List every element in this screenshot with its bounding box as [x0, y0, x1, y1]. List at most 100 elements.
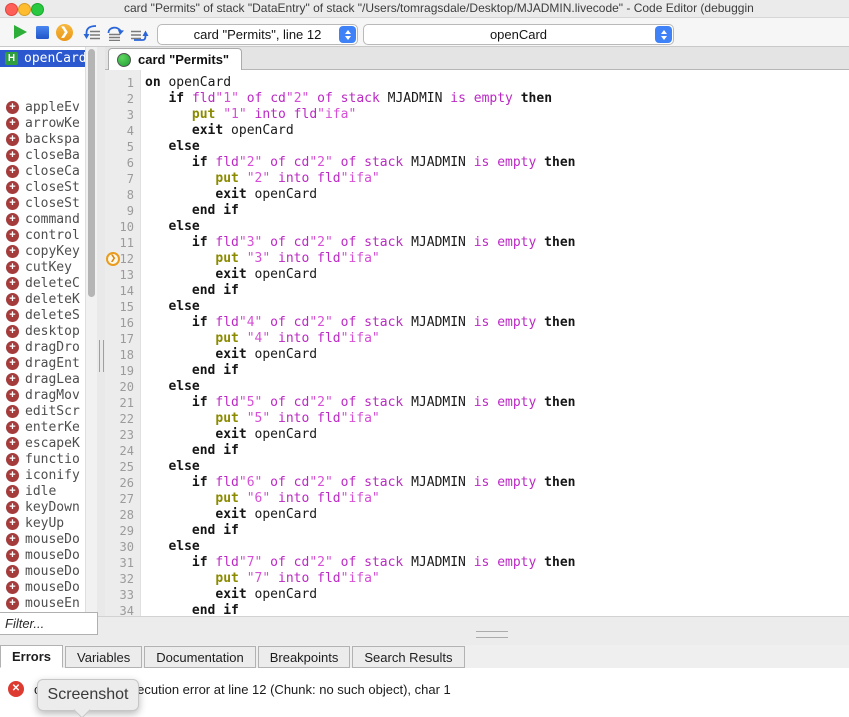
code-line[interactable]: 22put "5" into fld"ifa"	[105, 411, 849, 427]
line-number[interactable]: 28	[105, 507, 140, 523]
tab-card-permits[interactable]: card "Permits"	[108, 48, 242, 70]
line-number[interactable]: 26	[105, 475, 140, 491]
code-line[interactable]: 12❯put "3" into fld"ifa"	[105, 251, 849, 267]
tab-documentation[interactable]: Documentation	[144, 646, 255, 668]
sidebar-item-iconify[interactable]: +iconify	[0, 467, 85, 483]
line-number[interactable]: 2	[105, 91, 140, 107]
sidebar-item-arrowke[interactable]: +arrowKe	[0, 115, 85, 131]
line-number[interactable]: 12❯	[105, 251, 140, 267]
line-number[interactable]: 9	[105, 203, 140, 219]
step-into-icon[interactable]	[82, 25, 101, 41]
sidebar-item-mousedo[interactable]: +mouseDo	[0, 563, 85, 579]
code-line[interactable]: 16if fld"4" of cd"2" of stack MJADMIN is…	[105, 315, 849, 331]
minimize-window-button[interactable]	[18, 3, 31, 16]
code-line[interactable]: 11if fld"3" of cd"2" of stack MJADMIN is…	[105, 235, 849, 251]
handler-selector-dropdown[interactable]: openCard	[363, 24, 674, 45]
sidebar-item-closeca[interactable]: +closeCa	[0, 163, 85, 179]
sidebar-item-dragdro[interactable]: +dragDro	[0, 339, 85, 355]
step-out-icon[interactable]	[130, 25, 149, 41]
line-number[interactable]: 19	[105, 363, 140, 379]
code-line[interactable]: 31if fld"7" of cd"2" of stack MJADMIN is…	[105, 555, 849, 571]
sidebar-item-editscr[interactable]: +editScr	[0, 403, 85, 419]
code-line[interactable]: 17put "4" into fld"ifa"	[105, 331, 849, 347]
line-number[interactable]: 34	[105, 603, 140, 616]
sidebar-item-mouseen[interactable]: +mouseEn	[0, 595, 85, 611]
sidebar-item-command[interactable]: +command	[0, 211, 85, 227]
line-number[interactable]: 25	[105, 459, 140, 475]
dropdown-stepper-icon[interactable]	[339, 26, 356, 43]
line-number[interactable]: 16	[105, 315, 140, 331]
line-number[interactable]: 3	[105, 107, 140, 123]
filter-input[interactable]	[0, 612, 98, 635]
code-line[interactable]: 20else	[105, 379, 849, 395]
sidebar-item-mousedo[interactable]: +mouseDo	[0, 547, 85, 563]
code-line[interactable]: 19end if	[105, 363, 849, 379]
code-line[interactable]: 32put "7" into fld"ifa"	[105, 571, 849, 587]
step-over-icon[interactable]	[106, 25, 125, 41]
code-line[interactable]: 29end if	[105, 523, 849, 539]
code-line[interactable]: 5else	[105, 139, 849, 155]
line-number[interactable]: 21	[105, 395, 140, 411]
sidebar-item-mousedo[interactable]: +mouseDo	[0, 531, 85, 547]
code-line[interactable]: 33exit openCard	[105, 587, 849, 603]
code-line[interactable]: 3put "1" into fld"ifa"	[105, 107, 849, 123]
code-line[interactable]: 8exit openCard	[105, 187, 849, 203]
tab-breakpoints[interactable]: Breakpoints	[258, 646, 351, 668]
line-number[interactable]: 14	[105, 283, 140, 299]
sidebar-item-escapek[interactable]: +escapeK	[0, 435, 85, 451]
sidebar-item-keydown[interactable]: +keyDown	[0, 499, 85, 515]
code-line[interactable]: 4exit openCard	[105, 123, 849, 139]
line-number[interactable]: 29	[105, 523, 140, 539]
code-line[interactable]: 14end if	[105, 283, 849, 299]
sidebar-item-enterke[interactable]: +enterKe	[0, 419, 85, 435]
line-number[interactable]: 31	[105, 555, 140, 571]
code-line[interactable]: 27put "6" into fld"ifa"	[105, 491, 849, 507]
code-area[interactable]: 1on openCard2if fld"1" of cd"2" of stack…	[105, 70, 849, 616]
vertical-splitter[interactable]	[97, 47, 105, 616]
continue-icon[interactable]: ❯	[56, 24, 73, 41]
sidebar-item-closeba[interactable]: +closeBa	[0, 147, 85, 163]
code-line[interactable]: 1on openCard	[105, 75, 849, 91]
code-line[interactable]: 15else	[105, 299, 849, 315]
line-number[interactable]: 1	[105, 75, 140, 91]
sidebar-item-idle[interactable]: +idle	[0, 483, 85, 499]
code-line[interactable]: 18exit openCard	[105, 347, 849, 363]
sidebar-item-draglea[interactable]: +dragLea	[0, 371, 85, 387]
sidebar-item-deletec[interactable]: +deleteC	[0, 275, 85, 291]
line-number[interactable]: 10	[105, 219, 140, 235]
code-line[interactable]: 10else	[105, 219, 849, 235]
sidebar-item-closest[interactable]: +closeSt	[0, 195, 85, 211]
sidebar-item-deletes[interactable]: +deleteS	[0, 307, 85, 323]
code-line[interactable]: 30else	[105, 539, 849, 555]
line-number[interactable]: 23	[105, 427, 140, 443]
zoom-window-button[interactable]	[31, 3, 44, 16]
line-number[interactable]: 11	[105, 235, 140, 251]
sidebar-item-copykey[interactable]: +copyKey	[0, 243, 85, 259]
code-line[interactable]: 2if fld"1" of cd"2" of stack MJADMIN is …	[105, 91, 849, 107]
code-line[interactable]: 25else	[105, 459, 849, 475]
tab-search-results[interactable]: Search Results	[352, 646, 464, 668]
line-number[interactable]: 24	[105, 443, 140, 459]
sidebar-scrollbar[interactable]	[85, 47, 97, 616]
code-line[interactable]: 21if fld"5" of cd"2" of stack MJADMIN is…	[105, 395, 849, 411]
line-number[interactable]: 32	[105, 571, 140, 587]
dropdown-stepper-icon[interactable]	[655, 26, 672, 43]
code-line[interactable]: 34end if	[105, 603, 849, 616]
code-line[interactable]: 24end if	[105, 443, 849, 459]
code-line[interactable]: 13exit openCard	[105, 267, 849, 283]
line-number[interactable]: 15	[105, 299, 140, 315]
code-line[interactable]: 23exit openCard	[105, 427, 849, 443]
code-line[interactable]: 26if fld"6" of cd"2" of stack MJADMIN is…	[105, 475, 849, 491]
sidebar-item-backspa[interactable]: +backspa	[0, 131, 85, 147]
sidebar-item-control[interactable]: +control	[0, 227, 85, 243]
sidebar-scrollbar-thumb[interactable]	[88, 49, 95, 297]
code-line[interactable]: 6if fld"2" of cd"2" of stack MJADMIN is …	[105, 155, 849, 171]
sidebar-item-keyup[interactable]: +keyUp	[0, 515, 85, 531]
sidebar-item-cutkey[interactable]: +cutKey	[0, 259, 85, 275]
line-number[interactable]: 6	[105, 155, 140, 171]
sidebar-item-deletek[interactable]: +deleteK	[0, 291, 85, 307]
line-number[interactable]: 22	[105, 411, 140, 427]
line-number[interactable]: 30	[105, 539, 140, 555]
line-number[interactable]: 13	[105, 267, 140, 283]
line-number[interactable]: 27	[105, 491, 140, 507]
